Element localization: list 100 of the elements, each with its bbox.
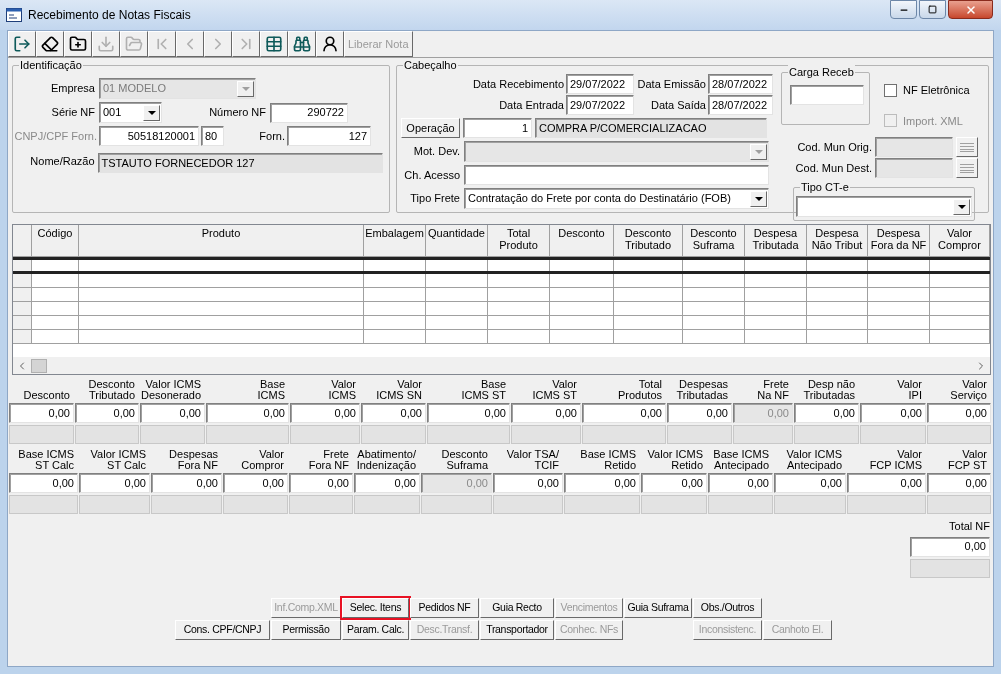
column-header[interactable]: Desconto Tributado	[614, 225, 683, 256]
toolbar-button[interactable]	[36, 31, 64, 57]
total-value-field[interactable]: 0,00	[582, 403, 666, 423]
total-value-field[interactable]: 0,00	[564, 473, 640, 493]
total-value-field[interactable]: 0,00	[9, 403, 74, 423]
total-value-field[interactable]: 0,00	[361, 403, 426, 423]
total-value-field[interactable]: 0,00	[354, 473, 420, 493]
input-field[interactable]	[464, 165, 769, 185]
total-value-field[interactable]: 0,00	[427, 403, 510, 423]
total-value-field[interactable]: 0,00	[641, 473, 707, 493]
toolbar-button[interactable]	[316, 31, 344, 57]
readonly-field[interactable]: COMPRA P/COMERCIALIZACAO	[535, 118, 767, 138]
column-header[interactable]: Código	[32, 225, 79, 256]
total-value-field[interactable]: 0,00	[493, 473, 563, 493]
input-field[interactable]: 290722	[270, 102, 348, 123]
total-value-field[interactable]: 0,00	[206, 403, 289, 423]
column-header[interactable]: Produto	[79, 225, 364, 256]
total-value-field[interactable]: 0,00	[847, 473, 926, 493]
total-value-field[interactable]: 0,00	[794, 403, 859, 423]
maximize-button[interactable]	[919, 0, 946, 19]
grid-row[interactable]	[13, 257, 990, 274]
field-label: Nome/Razão	[29, 154, 95, 169]
minimize-button[interactable]	[890, 0, 917, 19]
readonly-field[interactable]: TSTAUTO FORNECEDOR 127	[97, 153, 383, 173]
lookup-button[interactable]	[956, 158, 978, 178]
total-value-field[interactable]: 0,00	[79, 473, 150, 493]
total-value-field[interactable]: 0,00	[860, 403, 926, 423]
readonly-field	[361, 425, 426, 444]
readonly-field	[511, 425, 581, 444]
input-field[interactable]: 28/07/2022	[708, 74, 773, 94]
horizontal-scrollbar[interactable]	[13, 357, 990, 374]
column-header[interactable]: Embalagem	[364, 225, 426, 256]
readonly-field	[290, 425, 360, 444]
dropdown-field[interactable]	[796, 196, 972, 217]
input-field[interactable]	[790, 85, 864, 105]
total-value-field[interactable]: 0,00	[151, 473, 222, 493]
total-value-field[interactable]: 0,00	[927, 403, 991, 423]
total-label: Valor ICMS SN	[375, 377, 423, 403]
total-value-field[interactable]: 0,00	[511, 403, 581, 423]
dropdown-field[interactable]: 001	[99, 102, 162, 123]
readonly-field	[79, 495, 150, 514]
input-field[interactable]: 29/07/2022	[566, 74, 634, 94]
action-button[interactable]: Permissão	[271, 619, 341, 640]
field-label: Cod. Mun Dest.	[795, 160, 872, 176]
column-header[interactable]: Total Produto	[488, 225, 550, 256]
action-button[interactable]: Cons. CPF/CNPJ	[175, 619, 270, 640]
row-header	[13, 302, 32, 315]
maximize-icon	[928, 5, 937, 14]
dropdown-button[interactable]	[750, 190, 767, 207]
column-header[interactable]: Despesa Tributada	[745, 225, 807, 256]
column-header[interactable]: Despesa Não Tribut	[807, 225, 868, 256]
total-value-field[interactable]: 0,00	[223, 473, 288, 493]
operation-button[interactable]: Operação	[401, 118, 460, 138]
total-label: Valor FCP ST	[947, 447, 988, 473]
total-value-field[interactable]: 0,00	[289, 473, 353, 493]
total-nf-field[interactable]: 0,00	[910, 536, 990, 557]
total-value-field[interactable]: 0,00	[75, 403, 139, 423]
row-header	[13, 274, 32, 287]
readonly-field	[421, 495, 492, 514]
total-value-field[interactable]: 0,00	[9, 473, 78, 493]
total-value-field[interactable]: 0,00	[290, 403, 360, 423]
input-field[interactable]: 29/07/2022	[566, 95, 634, 115]
column-header[interactable]: Desconto	[550, 225, 614, 256]
readonly-field	[708, 495, 773, 514]
input-field[interactable]: 1	[463, 118, 532, 138]
folder-plus-icon	[69, 35, 87, 53]
input-field[interactable]: 127	[287, 126, 371, 146]
field-label: Data Saída	[649, 97, 706, 113]
lookup-button[interactable]	[956, 137, 978, 157]
toolbar-button[interactable]	[8, 31, 36, 57]
column-header[interactable]: Quantidade	[426, 225, 488, 256]
dropdown-button[interactable]	[953, 198, 970, 215]
input-field[interactable]: 28/07/2022	[708, 95, 773, 115]
total-value-field[interactable]: 0,00	[140, 403, 205, 423]
total-label: Total Produtos	[616, 377, 663, 403]
action-button[interactable]: Param. Calc.	[342, 619, 409, 640]
total-value-field[interactable]: 0,00	[667, 403, 732, 423]
close-button[interactable]	[948, 0, 993, 19]
total-value-field[interactable]: 0,00	[774, 473, 846, 493]
toolbar-button[interactable]	[260, 31, 288, 57]
column-header[interactable]: Valor Compror	[930, 225, 990, 256]
scrollbar-thumb[interactable]	[31, 358, 47, 373]
dropdown-field[interactable]: Contratação do Frete por conta do Destinatário (FOB)	[464, 188, 769, 209]
toolbar-button[interactable]	[288, 31, 316, 57]
column-header[interactable]: Desconto Suframa	[683, 225, 745, 256]
checkbox[interactable]	[884, 83, 897, 97]
total-label: Valor Compror	[240, 447, 285, 473]
window-title: Recebimento de Notas Fiscais	[28, 7, 191, 24]
field-label: Empresa	[49, 81, 95, 97]
action-button[interactable]: Transportador	[480, 619, 554, 640]
column-header[interactable]: Despesa Fora da NF	[868, 225, 930, 256]
action-button[interactable]: Guia Suframa	[624, 597, 692, 618]
action-button[interactable]: Selec. Itens	[342, 597, 409, 618]
total-value-field[interactable]: 0,00	[927, 473, 991, 493]
dropdown-button[interactable]	[143, 104, 160, 121]
action-button[interactable]: Obs./Outros	[693, 597, 762, 618]
action-button[interactable]: Pedidos NF	[410, 597, 479, 618]
toolbar-button[interactable]	[64, 31, 92, 57]
action-button[interactable]: Guia Recto	[480, 597, 554, 618]
total-value-field[interactable]: 0,00	[708, 473, 773, 493]
